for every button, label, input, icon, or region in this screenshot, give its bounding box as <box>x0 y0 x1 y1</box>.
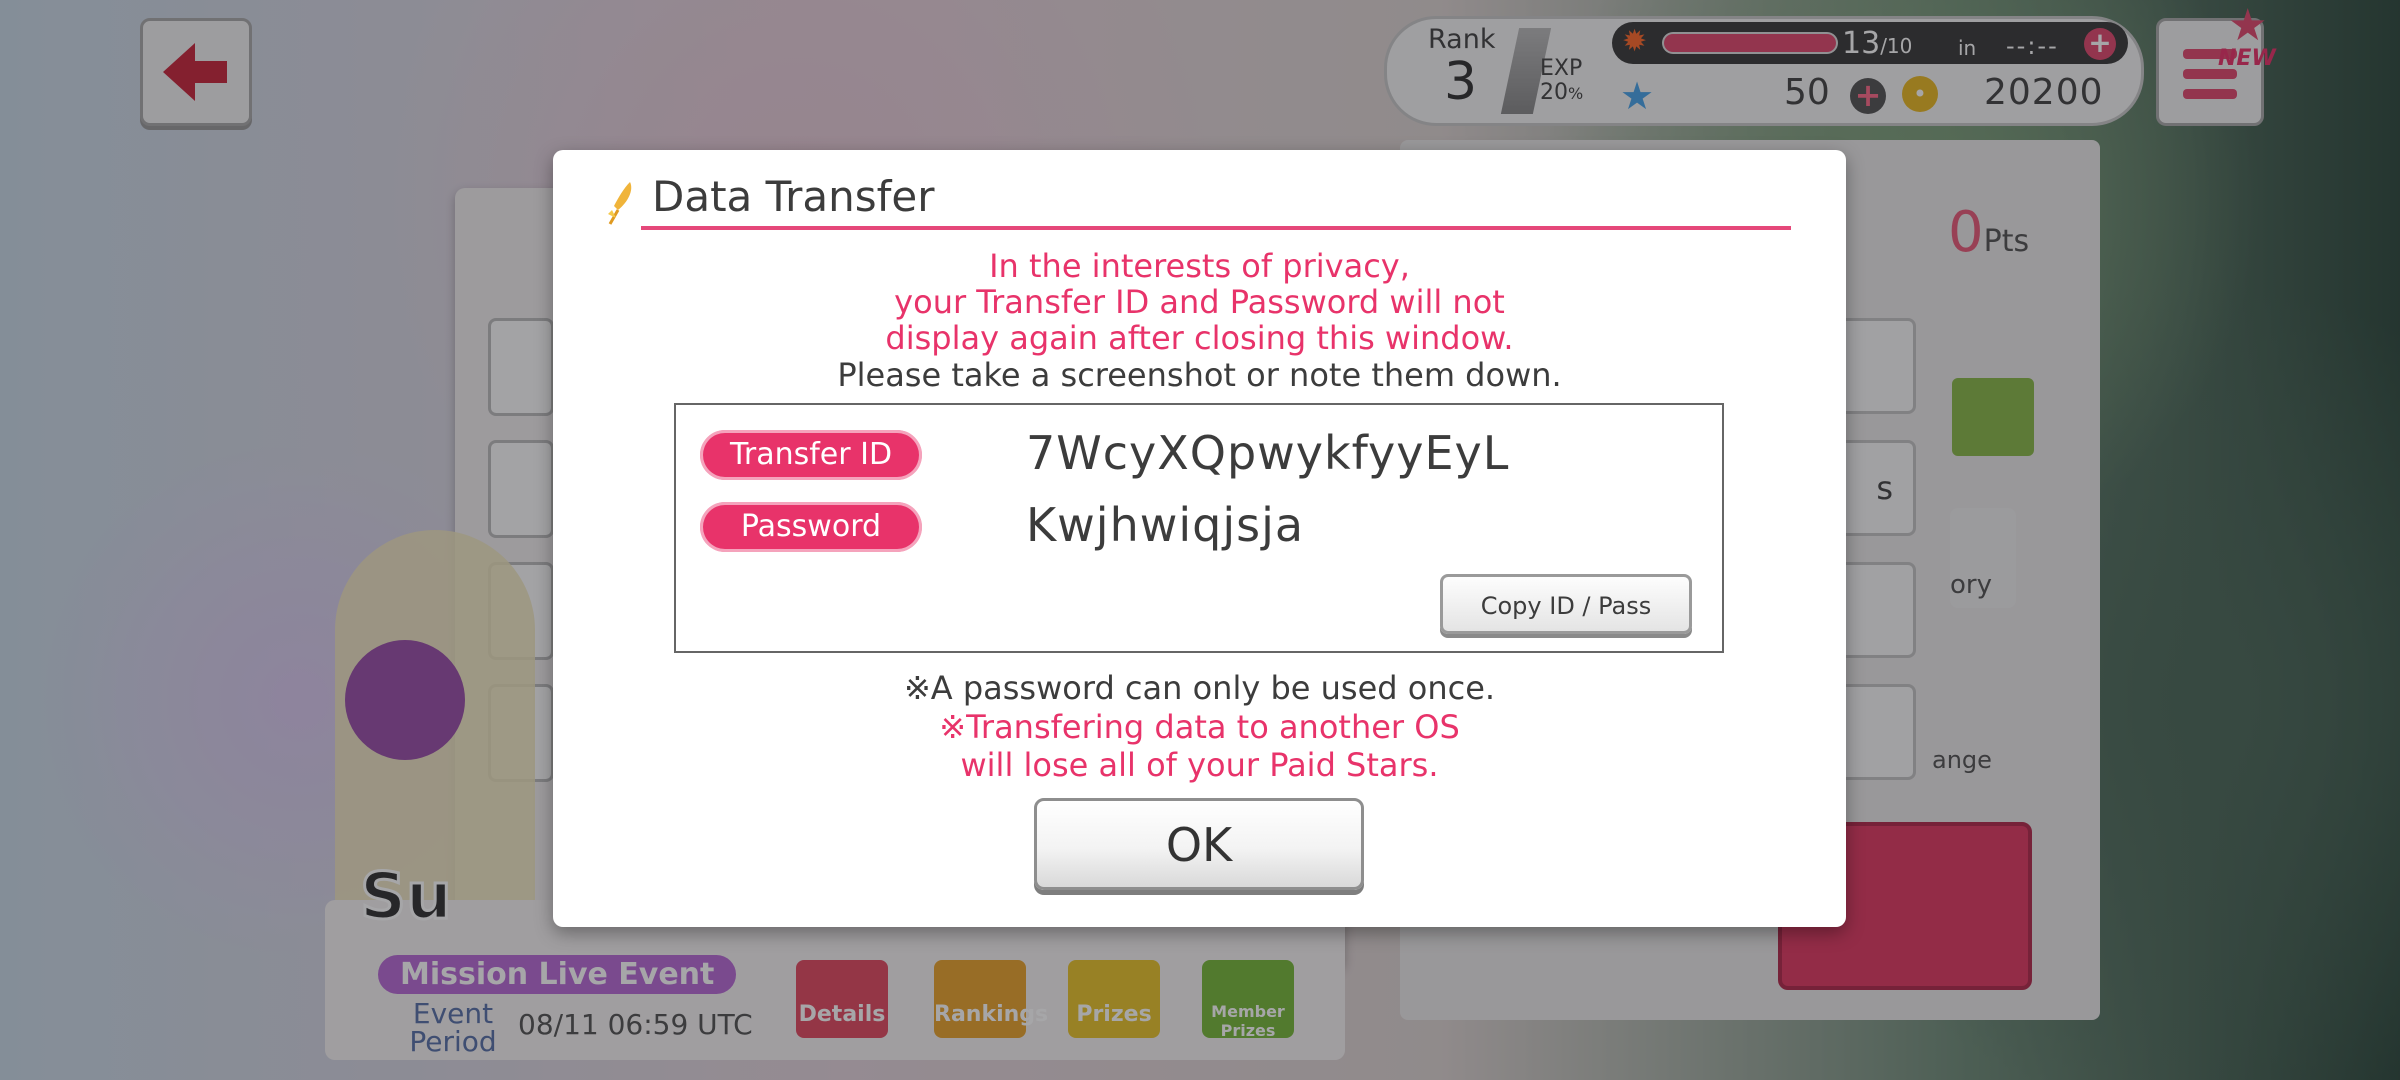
feather-icon <box>608 182 632 225</box>
os-transfer-warning: ※Transfering data to another OS will los… <box>553 708 1846 784</box>
privacy-line-2: your Transfer ID and Password will not <box>894 283 1505 321</box>
password-once-note: ※A password can only be used once. <box>903 669 1496 707</box>
password-value: Kwjhwiqjsja <box>1026 498 1305 552</box>
privacy-line-3: display again after closing this window. <box>885 319 1514 357</box>
privacy-warning: In the interests of privacy, your Transf… <box>553 248 1846 356</box>
copy-id-pass-button[interactable]: Copy ID / Pass <box>1440 574 1692 634</box>
screenshot-note: Please take a screenshot or note them do… <box>837 356 1562 394</box>
transfer-id-value: 7WcyXQpwykfyyEyL <box>1026 426 1510 480</box>
warning-line-1: ※Transfering data to another OS <box>939 708 1460 746</box>
warning-line-2: will lose all of your Paid Stars. <box>960 746 1439 784</box>
transfer-id-label: Transfer ID <box>700 430 922 480</box>
privacy-line-1: In the interests of privacy, <box>989 247 1410 285</box>
ok-button[interactable]: OK <box>1034 798 1364 890</box>
title-divider <box>641 226 1791 230</box>
dialog-title: Data Transfer <box>652 172 935 221</box>
password-label: Password <box>700 502 922 552</box>
